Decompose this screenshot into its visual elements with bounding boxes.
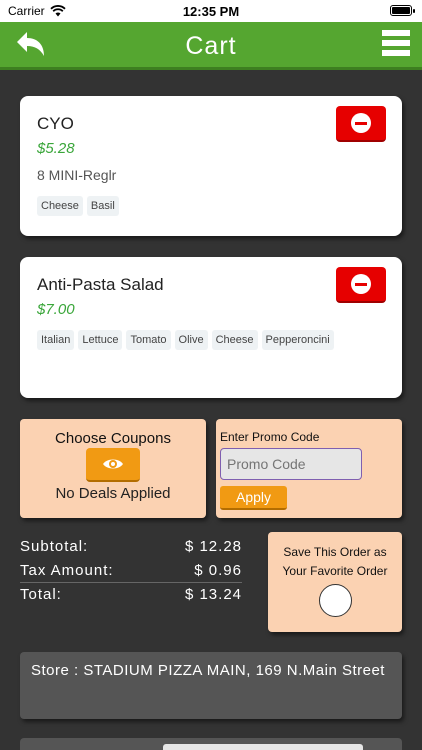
promo-label: Enter Promo Code <box>220 430 320 444</box>
topping-tag: Lettuce <box>78 330 123 350</box>
remove-item-button[interactable] <box>336 267 386 303</box>
hamburger-menu-icon[interactable] <box>382 30 410 62</box>
cart-item-card: CYO $5.28 8 MINI-Reglr Cheese Basil <box>20 96 402 236</box>
tax-value: $ 0.96 <box>194 561 242 579</box>
order-totals: Subtotal: $ 12.28 Tax Amount: $ 0.96 Tot… <box>20 534 242 606</box>
eye-icon <box>103 459 123 469</box>
subtotal-row: Subtotal: $ 12.28 <box>20 534 242 558</box>
item-price: $5.28 <box>37 140 75 157</box>
total-row: Total: $ 13.24 <box>20 582 242 606</box>
nav-bar: Cart <box>0 22 422 70</box>
total-value: $ 13.24 <box>184 586 242 603</box>
topping-tag: Olive <box>174 330 208 350</box>
topping-tag: Cheese <box>37 196 83 216</box>
topping-tag: Pepperoncini <box>261 330 334 350</box>
store-info: Store : STADIUM PIZZA MAIN, 169 N.Main S… <box>20 652 402 719</box>
item-size: 8 MINI-Reglr <box>37 167 117 183</box>
battery-icon <box>390 5 415 16</box>
subtotal-value: $ 12.28 <box>184 537 242 555</box>
tax-row: Tax Amount: $ 0.96 <box>20 558 242 582</box>
item-name: CYO <box>37 114 74 133</box>
clock: 12:35 PM <box>182 4 240 19</box>
toppings-list: Cheese Basil <box>37 196 387 216</box>
topping-tag: Basil <box>86 196 119 216</box>
promo-panel: Enter Promo Code Apply <box>216 419 402 518</box>
coupons-panel: Choose Coupons No Deals Applied <box>20 419 206 518</box>
status-bar: Carrier 12:35 PM <box>0 0 422 22</box>
favorite-label: Save This Order as Your Favorite Order <box>282 545 388 578</box>
minus-circle-icon <box>351 274 371 294</box>
remove-item-button[interactable] <box>336 106 386 142</box>
cart-item-card: Anti-Pasta Salad $7.00 Italian Lettuce T… <box>20 257 402 398</box>
promo-code-input[interactable] <box>220 448 362 480</box>
favorite-radio-button[interactable] <box>319 584 352 617</box>
item-name: Anti-Pasta Salad <box>37 275 164 294</box>
item-price: $7.00 <box>37 301 75 318</box>
apply-promo-button[interactable]: Apply <box>220 486 287 510</box>
page-title: Cart <box>185 32 237 60</box>
subtotal-label: Subtotal: <box>20 537 89 555</box>
coupons-title: Choose Coupons <box>55 430 171 447</box>
topping-tag: Cheese <box>211 330 258 350</box>
coupon-status: No Deals Applied <box>55 485 171 502</box>
bottom-panel <box>20 738 402 750</box>
bottom-input[interactable] <box>163 744 363 750</box>
tax-label: Tax Amount: <box>20 561 114 579</box>
favorite-order-panel: Save This Order as Your Favorite Order <box>268 532 402 632</box>
topping-tag: Tomato <box>126 330 171 350</box>
view-coupons-button[interactable] <box>86 448 140 482</box>
topping-tag: Italian <box>37 330 75 350</box>
minus-circle-icon <box>351 113 371 133</box>
total-label: Total: <box>20 586 62 603</box>
toppings-list: Italian Lettuce Tomato Olive Cheese Pepp… <box>37 330 387 350</box>
